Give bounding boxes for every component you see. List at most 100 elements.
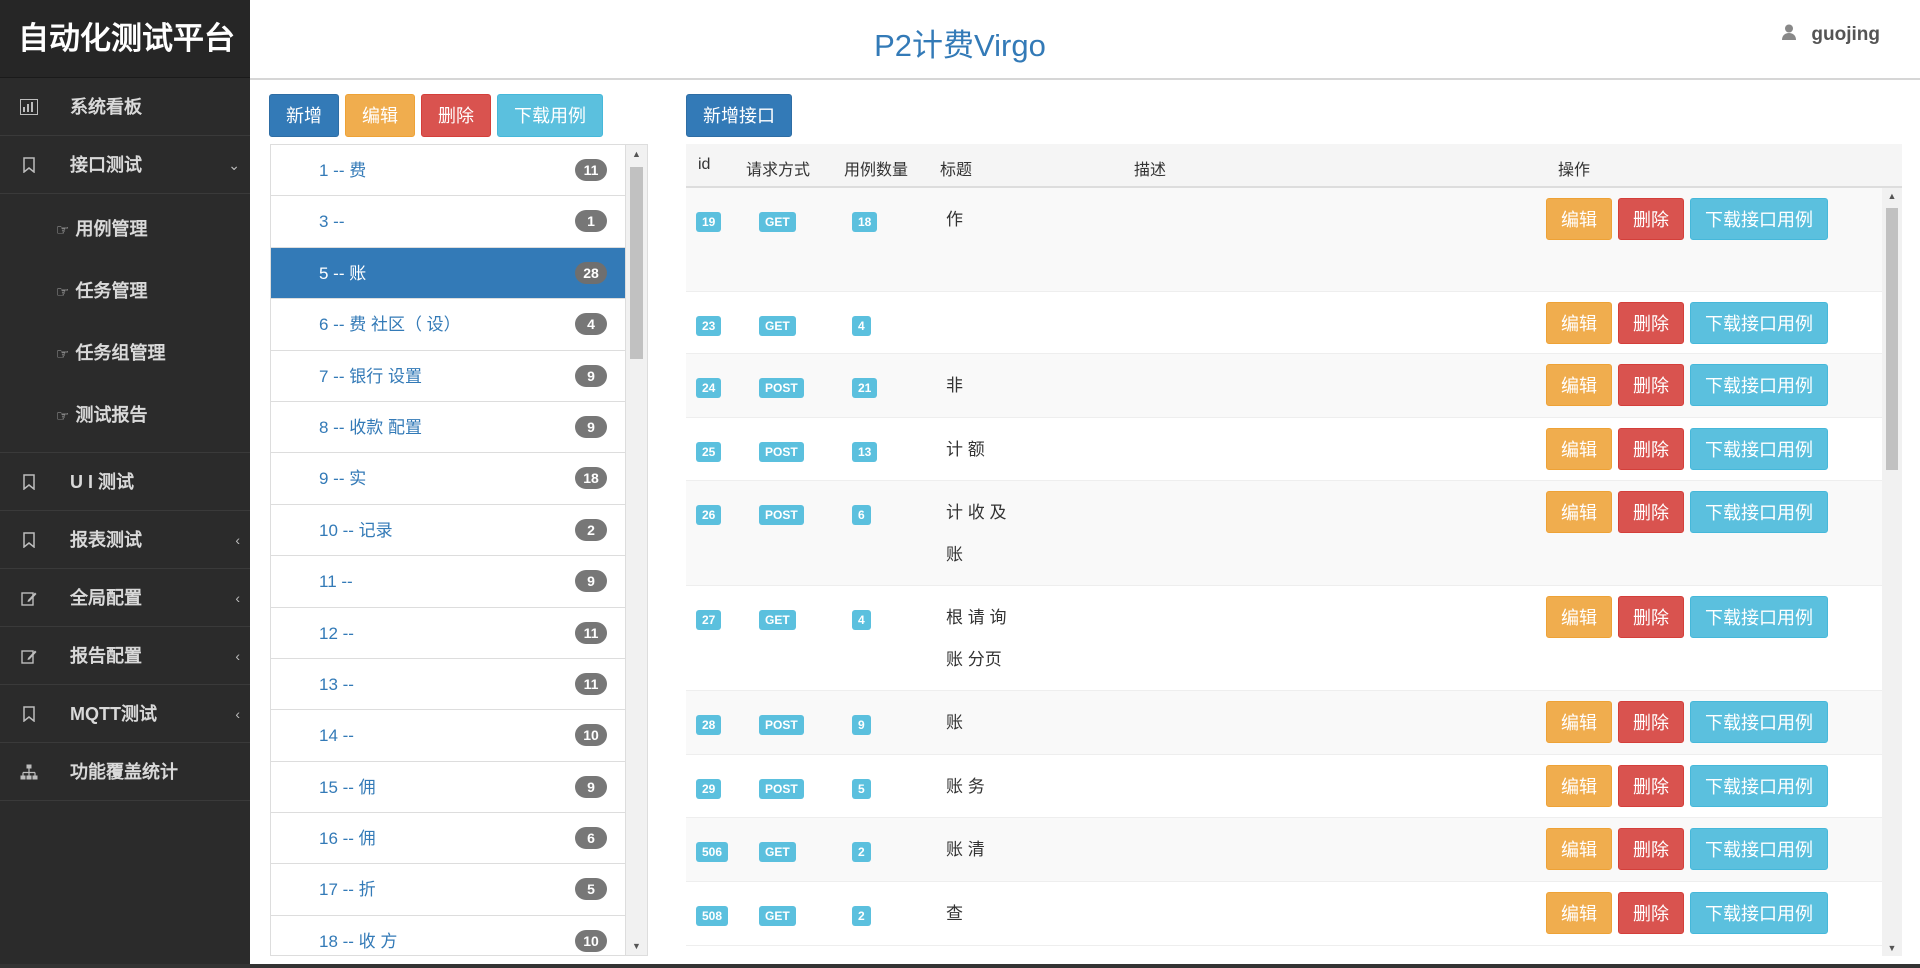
download-api-cases-button[interactable]: 下载接口用例 (1690, 701, 1828, 743)
download-api-cases-button[interactable]: 下载接口用例 (1690, 364, 1828, 406)
list-item[interactable]: 10 -- 记录 2 (271, 505, 627, 557)
case-count-badge: 6 (575, 827, 607, 850)
sidebar-item-api-test[interactable]: 接口测试 ⌄ (0, 136, 250, 194)
sidebar-item-case-management[interactable]: ☞ 用例管理 (0, 198, 250, 260)
module-toolbar: 新增 编辑 删除 下载用例 (269, 94, 603, 137)
case-count-label: 13 (852, 442, 878, 462)
sidebar-item-report-config[interactable]: 报告配置 ‹ (0, 627, 250, 685)
edit-api-button[interactable]: 编辑 (1546, 892, 1612, 934)
download-api-cases-button[interactable]: 下载接口用例 (1690, 491, 1828, 533)
module-label: 3 -- (319, 212, 345, 232)
scroll-up-icon[interactable]: ▲ (1882, 188, 1902, 204)
module-label: 5 -- 账 (319, 263, 367, 283)
delete-api-button[interactable]: 删除 (1618, 765, 1684, 807)
list-item[interactable]: 14 -- 10 (271, 710, 627, 762)
method-label: GET (759, 906, 796, 926)
add-module-button[interactable]: 新增 (269, 94, 339, 137)
list-item[interactable]: 8 -- 收款 配置 9 (271, 402, 627, 454)
sidebar-item-ui-test[interactable]: U I 测试 (0, 453, 250, 511)
list-item[interactable]: 5 -- 账 28 (271, 247, 627, 300)
row-actions: 编辑 删除 下载接口用例 (1546, 892, 1828, 934)
list-item[interactable]: 9 -- 实 18 (271, 453, 627, 505)
column-header-id: id (698, 156, 711, 173)
download-api-cases-button[interactable]: 下载接口用例 (1690, 428, 1828, 470)
edit-api-button[interactable]: 编辑 (1546, 491, 1612, 533)
download-api-cases-button[interactable]: 下载接口用例 (1690, 302, 1828, 344)
case-count-badge: 10 (575, 724, 607, 747)
download-api-cases-button[interactable]: 下载接口用例 (1690, 828, 1828, 870)
sidebar-item-label: MQTT测试 (70, 704, 157, 724)
download-api-cases-button[interactable]: 下载接口用例 (1690, 765, 1828, 807)
scroll-up-icon[interactable]: ▲ (626, 145, 647, 163)
scrollbar-thumb[interactable] (630, 167, 643, 359)
scrollbar-thumb[interactable] (1886, 208, 1898, 470)
download-cases-button[interactable]: 下载用例 (497, 94, 603, 137)
table-scrollbar[interactable]: ▲ ▼ (1882, 188, 1902, 956)
edit-api-button[interactable]: 编辑 (1546, 364, 1612, 406)
case-count-badge: 11 (575, 672, 607, 695)
download-api-cases-button[interactable]: 下载接口用例 (1690, 198, 1828, 240)
list-item[interactable]: 13 -- 11 (271, 659, 627, 711)
hand-pointer-icon: ☞ (56, 346, 70, 363)
list-item[interactable]: 11 -- 9 (271, 556, 627, 608)
id-label: 27 (696, 610, 722, 630)
api-title: 账 务 (946, 777, 985, 796)
delete-api-button[interactable]: 删除 (1618, 701, 1684, 743)
download-api-cases-button[interactable]: 下载接口用例 (1690, 892, 1828, 934)
api-title: 根 请 询 (946, 608, 1007, 627)
edit-api-button[interactable]: 编辑 (1546, 428, 1612, 470)
list-item[interactable]: 17 -- 折 5 (271, 864, 627, 916)
case-count-label: 4 (852, 610, 871, 630)
edit-api-button[interactable]: 编辑 (1546, 765, 1612, 807)
id-label: 25 (696, 442, 722, 462)
list-item[interactable]: 16 -- 佣 6 (271, 813, 627, 865)
delete-api-button[interactable]: 删除 (1618, 302, 1684, 344)
download-api-cases-button[interactable]: 下载接口用例 (1690, 596, 1828, 638)
bookmark-icon (18, 685, 40, 743)
sidebar-item-task-group-management[interactable]: ☞ 任务组管理 (0, 322, 250, 384)
sidebar-item-test-report[interactable]: ☞ 测试报告 (0, 384, 250, 446)
sidebar-item-dashboard[interactable]: 系统看板 (0, 78, 250, 136)
row-actions: 编辑 删除 下载接口用例 (1546, 198, 1828, 240)
sidebar-item-mqtt-test[interactable]: MQTT测试 ‹ (0, 685, 250, 743)
table-row: 29 POST 5 账 务 编辑 删除 下载接口用例 (686, 755, 1902, 818)
id-label: 508 (696, 906, 729, 926)
list-item[interactable]: 7 -- 银行 设置 9 (271, 351, 627, 402)
case-count-badge: 10 (575, 929, 607, 952)
sidebar-item-global-config[interactable]: 全局配置 ‹ (0, 569, 250, 627)
list-item[interactable]: 18 -- 收 方 10 (271, 916, 627, 955)
sidebar-item-label: 全局配置 (70, 588, 142, 608)
list-item[interactable]: 3 -- 1 (271, 196, 627, 248)
edit-api-button[interactable]: 编辑 (1546, 198, 1612, 240)
list-item[interactable]: 1 -- 费 11 (271, 145, 627, 197)
list-item[interactable]: 15 -- 佣 9 (271, 762, 627, 814)
delete-api-button[interactable]: 删除 (1618, 428, 1684, 470)
row-actions: 编辑 删除 下载接口用例 (1546, 765, 1828, 807)
sidebar-item-task-management[interactable]: ☞ 任务管理 (0, 260, 250, 322)
edit-api-button[interactable]: 编辑 (1546, 302, 1612, 344)
delete-api-button[interactable]: 删除 (1618, 596, 1684, 638)
list-item[interactable]: 6 -- 费 社区（ 设） 4 (271, 299, 627, 351)
module-list-scrollbar[interactable]: ▲ ▼ (625, 145, 647, 955)
user-menu[interactable]: guojing (1782, 24, 1880, 46)
delete-api-button[interactable]: 删除 (1618, 491, 1684, 533)
add-api-button[interactable]: 新增接口 (686, 94, 792, 137)
api-title: 计 额 (946, 440, 985, 459)
sidebar-item-coverage-stats[interactable]: 功能覆盖统计 (0, 743, 250, 801)
edit-module-button[interactable]: 编辑 (345, 94, 415, 137)
delete-api-button[interactable]: 删除 (1618, 198, 1684, 240)
delete-api-button[interactable]: 删除 (1618, 364, 1684, 406)
scroll-down-icon[interactable]: ▼ (1882, 940, 1902, 956)
sidebar-item-report-test[interactable]: 报表测试 ‹ (0, 511, 250, 569)
edit-api-button[interactable]: 编辑 (1546, 701, 1612, 743)
api-title: 作 (946, 210, 963, 229)
delete-module-button[interactable]: 删除 (421, 94, 491, 137)
delete-api-button[interactable]: 删除 (1618, 828, 1684, 870)
edit-api-button[interactable]: 编辑 (1546, 828, 1612, 870)
scroll-down-icon[interactable]: ▼ (626, 937, 647, 955)
delete-api-button[interactable]: 删除 (1618, 892, 1684, 934)
list-item[interactable]: 12 -- 11 (271, 608, 627, 659)
edit-api-button[interactable]: 编辑 (1546, 596, 1612, 638)
table-body: 19 GET 18 作编辑 删除 下载接口用例 23 GET 4 编辑 删除 下载接口用例 24 POST… (686, 188, 1902, 946)
chevron-down-icon: ⌄ (228, 157, 240, 173)
